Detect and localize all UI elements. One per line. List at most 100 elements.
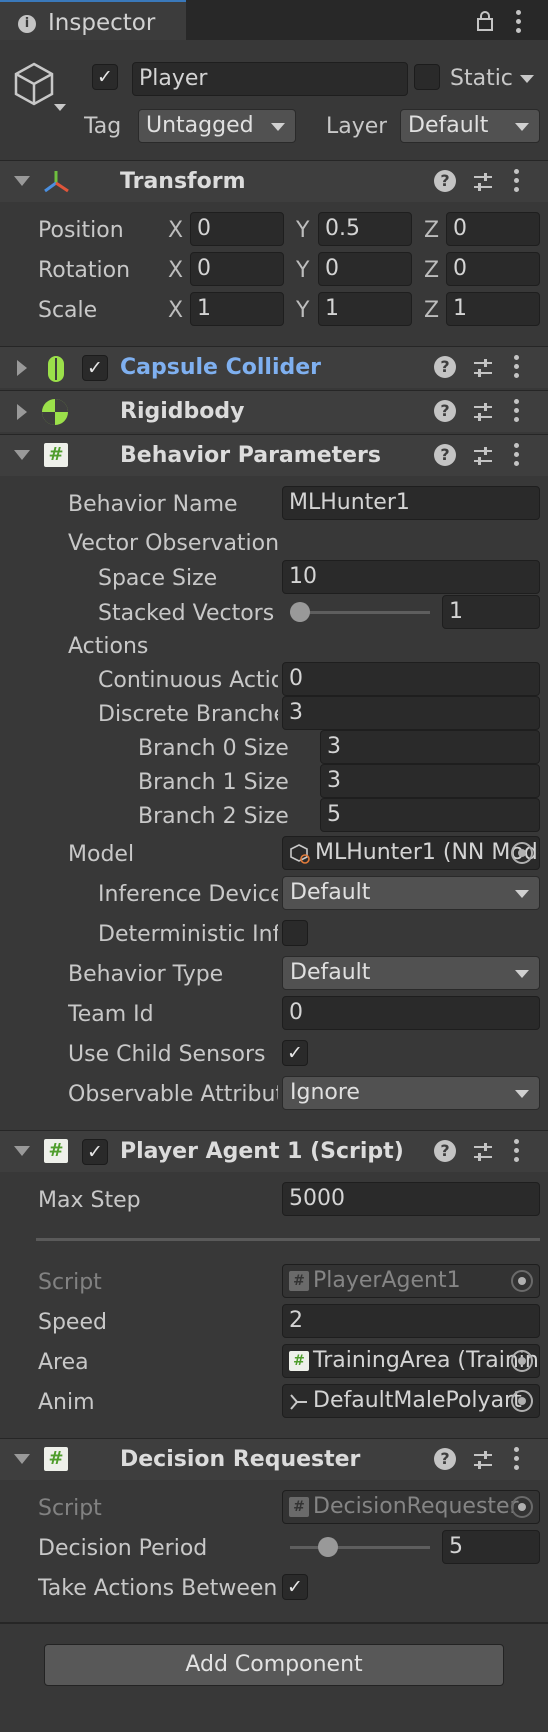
capsule-enabled-checkbox[interactable]: ✓ [82, 355, 108, 381]
speed-field[interactable]: 2 [282, 1304, 540, 1338]
scale-z-field[interactable]: 1 [446, 292, 540, 326]
rotation-y-field[interactable]: 0 [318, 252, 412, 286]
player-agent-header[interactable]: # ✓ Player Agent 1 (Script) ? [0, 1130, 548, 1172]
component-menu-kebab-icon[interactable] [514, 1447, 520, 1473]
presets-sliders-icon[interactable] [472, 1449, 494, 1471]
static-dropdown-arrow-icon[interactable] [520, 75, 534, 83]
capsule-collider-header[interactable]: ✓ Capsule Collider ? [0, 346, 548, 388]
rotation-x-field[interactable]: 0 [190, 252, 284, 286]
behavior-type-dropdown[interactable]: Default [282, 956, 540, 990]
lock-icon[interactable] [476, 11, 494, 31]
tag-value: Untagged [146, 113, 254, 138]
fold-open-icon[interactable] [14, 1454, 30, 1464]
take-actions-checkbox[interactable]: ✓ [282, 1574, 308, 1600]
add-component-button[interactable]: Add Component [44, 1644, 504, 1686]
component-menu-kebab-icon[interactable] [514, 443, 520, 469]
max-step-label: Max Step [38, 1188, 141, 1213]
inference-device-dropdown[interactable]: Default [282, 876, 540, 910]
behavior-title: Behavior Parameters [120, 443, 382, 468]
script-hash-icon: # [44, 1447, 68, 1471]
use-child-sensors-checkbox[interactable]: ✓ [282, 1040, 308, 1066]
model-object-field[interactable]: MLHunter1 (NN Model) [282, 836, 540, 870]
fold-open-icon[interactable] [14, 1146, 30, 1156]
component-menu-kebab-icon[interactable] [514, 1139, 520, 1165]
axis-x-label[interactable]: X [168, 298, 183, 323]
branch-1-field[interactable]: 3 [320, 764, 540, 798]
discrete-branches-field[interactable]: 3 [282, 696, 540, 730]
chevron-down-icon [271, 123, 285, 131]
presets-sliders-icon[interactable] [472, 445, 494, 467]
object-picker-icon[interactable] [511, 1390, 533, 1412]
object-picker-icon[interactable] [511, 1350, 533, 1372]
help-icon[interactable]: ? [434, 1140, 456, 1162]
script-hash-icon: # [44, 1139, 68, 1163]
position-z-field[interactable]: 0 [446, 212, 540, 246]
component-menu-kebab-icon[interactable] [514, 169, 520, 195]
rotation-label: Rotation [38, 258, 131, 283]
tab-menu-kebab-icon[interactable] [516, 10, 522, 36]
behavior-name-field[interactable]: MLHunter1 [282, 486, 540, 520]
transform-header[interactable]: Transform ? [0, 160, 548, 202]
rotation-z-field[interactable]: 0 [446, 252, 540, 286]
axis-y-label[interactable]: Y [296, 218, 309, 243]
help-icon[interactable]: ? [434, 356, 456, 378]
max-step-field[interactable]: 5000 [282, 1182, 540, 1216]
static-label[interactable]: Static [450, 66, 513, 91]
axis-x-label[interactable]: X [168, 258, 183, 283]
layer-dropdown[interactable]: Default [400, 109, 540, 143]
team-id-field[interactable]: 0 [282, 996, 540, 1030]
axis-y-label[interactable]: Y [296, 258, 309, 283]
tag-dropdown[interactable]: Untagged [138, 109, 296, 143]
tab-label: Inspector [48, 10, 156, 36]
object-name-field[interactable]: Player [132, 62, 408, 96]
fold-open-icon[interactable] [14, 176, 30, 186]
axis-z-label[interactable]: Z [424, 218, 439, 243]
area-object-field[interactable]: # TrainingArea (TrainingArea) [282, 1344, 540, 1378]
axis-y-label[interactable]: Y [296, 298, 309, 323]
object-active-checkbox[interactable]: ✓ [92, 64, 118, 90]
decision-script-field: # DecisionRequester [282, 1490, 540, 1524]
decision-period-slider-knob[interactable] [318, 1537, 338, 1557]
help-icon[interactable]: ? [434, 444, 456, 466]
help-icon[interactable]: ? [434, 400, 456, 422]
scale-y-field[interactable]: 1 [318, 292, 412, 326]
help-icon[interactable]: ? [434, 170, 456, 192]
static-checkbox[interactable] [414, 64, 440, 90]
branch-0-field[interactable]: 3 [320, 730, 540, 764]
decision-requester-header[interactable]: # Decision Requester ? [0, 1438, 548, 1480]
position-x-field[interactable]: 0 [190, 212, 284, 246]
stacked-vectors-slider-knob[interactable] [290, 602, 310, 622]
object-picker-icon [511, 1496, 533, 1518]
branch-2-field[interactable]: 5 [320, 798, 540, 832]
behavior-parameters-header[interactable]: # Behavior Parameters ? [0, 434, 548, 476]
help-icon[interactable]: ? [434, 1448, 456, 1470]
rigidbody-header[interactable]: Rigidbody ? [0, 390, 548, 432]
continuous-actions-field[interactable]: 0 [282, 662, 540, 696]
presets-sliders-icon[interactable] [472, 1141, 494, 1163]
decision-period-field[interactable]: 5 [442, 1530, 540, 1564]
deterministic-inference-checkbox[interactable] [282, 920, 308, 946]
fold-open-icon[interactable] [14, 450, 30, 460]
position-y-field[interactable]: 0.5 [318, 212, 412, 246]
tab-inspector[interactable]: i Inspector [0, 0, 186, 40]
player-agent-enabled-checkbox[interactable]: ✓ [82, 1139, 108, 1165]
fold-closed-icon[interactable] [17, 404, 27, 420]
stacked-vectors-slider-track[interactable] [290, 611, 430, 614]
axis-x-label[interactable]: X [168, 218, 183, 243]
fold-closed-icon[interactable] [17, 360, 27, 376]
component-menu-kebab-icon[interactable] [514, 355, 520, 381]
scale-x-field[interactable]: 1 [190, 292, 284, 326]
axis-z-label[interactable]: Z [424, 258, 439, 283]
component-menu-kebab-icon[interactable] [514, 399, 520, 425]
inference-device-label: Inference Device [98, 882, 278, 907]
decision-period-slider-track[interactable] [290, 1546, 430, 1549]
axis-z-label[interactable]: Z [424, 298, 439, 323]
presets-sliders-icon[interactable] [472, 357, 494, 379]
object-picker-icon[interactable] [511, 842, 533, 864]
space-size-field[interactable]: 10 [282, 560, 540, 594]
observable-attribute-dropdown[interactable]: Ignore [282, 1076, 540, 1110]
anim-object-field[interactable]: DefaultMalePolyart [282, 1384, 540, 1418]
presets-sliders-icon[interactable] [472, 171, 494, 193]
presets-sliders-icon[interactable] [472, 401, 494, 423]
stacked-vectors-field[interactable]: 1 [442, 595, 540, 629]
